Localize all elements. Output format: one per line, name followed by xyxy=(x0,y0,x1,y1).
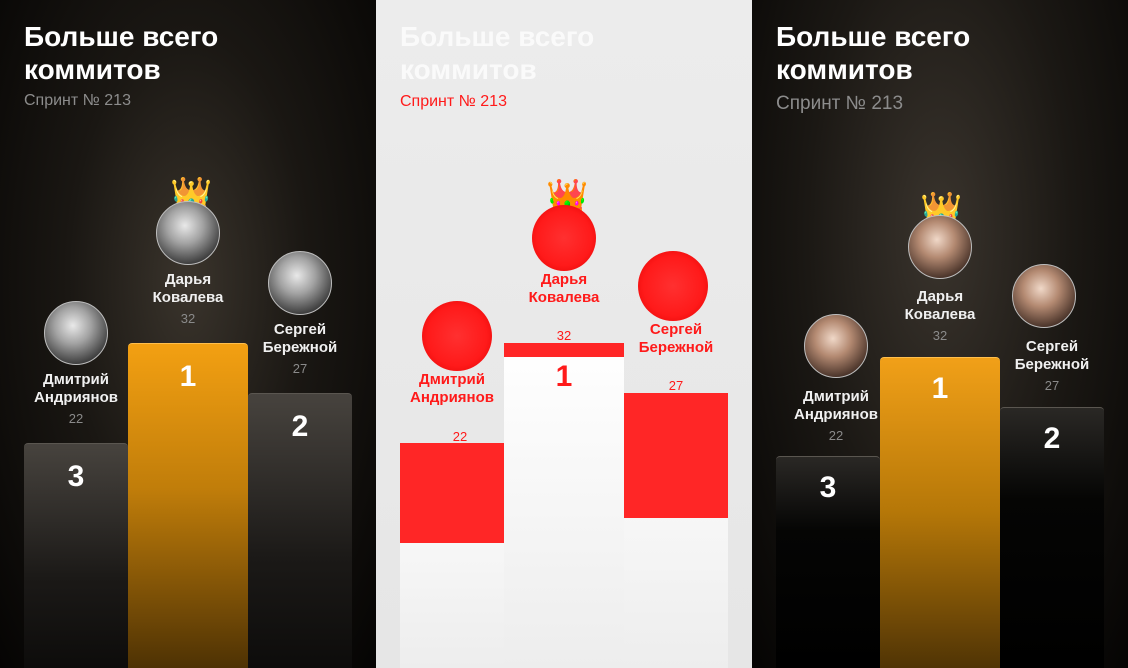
name-second-place: Сергей Бережной xyxy=(248,321,352,357)
name-first-place: Дарья Ковалева xyxy=(504,271,624,307)
first-name: Сергей xyxy=(273,321,327,338)
first-name: Дмитрий xyxy=(419,371,485,388)
first-name: Дмитрий xyxy=(803,388,869,405)
commit-count-third: 22 xyxy=(68,411,84,426)
avatar-first-place xyxy=(908,215,972,279)
name-second-place: Сергей Бережной xyxy=(1000,338,1104,374)
commit-count-third: 22 xyxy=(828,428,844,443)
avatar-third-place xyxy=(804,314,868,378)
diff-highlight-block xyxy=(504,343,624,357)
rank-label-third: 3 xyxy=(67,460,85,493)
commit-count-third: 22 xyxy=(452,429,468,444)
diff-highlight-block xyxy=(624,393,728,518)
panel-title: Больше всего коммитов xyxy=(24,20,218,86)
leaderboard-panel-dark: Больше всего коммитов Спринт № 213 Дмитр… xyxy=(0,0,376,668)
commit-count-first: 32 xyxy=(556,328,572,343)
name-first-place: Дарья Ковалева xyxy=(128,271,248,307)
last-name: Бережной xyxy=(1014,356,1090,373)
title-line-2: коммитов xyxy=(776,54,913,85)
first-name: Сергей xyxy=(1025,338,1079,355)
last-name: Бережной xyxy=(262,339,338,356)
leaderboard-panel-diff: Больше всего коммитов Спринт № 213 1 Дми… xyxy=(376,0,752,668)
name-third-place: Дмитрий Андриянов xyxy=(776,388,896,424)
last-name: Ковалева xyxy=(904,306,976,323)
last-name: Ковалева xyxy=(528,289,600,306)
commit-count-second: 27 xyxy=(1044,378,1060,393)
avatar-third-place xyxy=(422,301,492,371)
sprint-subtitle: Спринт № 213 xyxy=(776,93,904,114)
diff-highlight-block xyxy=(400,443,504,543)
title-line-2: коммитов xyxy=(24,54,161,85)
podium-column-first: 1 xyxy=(504,343,624,668)
title-line-1: Больше всего xyxy=(24,21,219,52)
name-third-place: Дмитрий Андриянов xyxy=(400,371,504,407)
avatar-second-place xyxy=(268,251,332,315)
avatar-second-place xyxy=(638,251,708,321)
title-line-1: Больше всего xyxy=(400,21,595,52)
commit-count-second: 27 xyxy=(292,361,308,376)
rank-label-first: 1 xyxy=(555,360,573,393)
title-line-2: коммитов xyxy=(400,54,537,85)
panel-title: Больше всего коммитов xyxy=(400,20,594,86)
leaderboard-panel-dark-alt: Больше всего коммитов Спринт № 213 Дмитр… xyxy=(752,0,1128,668)
commit-count-second: 27 xyxy=(668,378,684,393)
first-name: Дарья xyxy=(540,271,588,288)
rank-label-second: 2 xyxy=(1043,422,1061,455)
rank-label-first: 1 xyxy=(179,360,197,393)
last-name: Ковалева xyxy=(152,289,224,306)
avatar-second-place xyxy=(1012,264,1076,328)
first-name: Сергей xyxy=(649,321,703,338)
podium-column-second: 2 xyxy=(248,393,352,668)
avatar-third-place xyxy=(44,301,108,365)
commit-count-first: 32 xyxy=(180,311,196,326)
last-name: Андриянов xyxy=(410,389,494,406)
avatar-first-place xyxy=(156,201,220,265)
name-third-place: Дмитрий Андриянов xyxy=(24,371,128,407)
first-name: Дарья xyxy=(916,288,964,305)
name-first-place: Дарья Ковалева xyxy=(880,288,1000,324)
last-name: Андриянов xyxy=(794,406,878,423)
avatar-first-place xyxy=(532,205,596,271)
first-name: Дмитрий xyxy=(43,371,109,388)
last-name: Андриянов xyxy=(34,389,118,406)
podium-column-first: 1 xyxy=(880,357,1000,668)
rank-label-first: 1 xyxy=(931,372,949,405)
last-name: Бережной xyxy=(638,339,714,356)
panel-title: Больше всего коммитов xyxy=(776,20,970,86)
rank-label-second: 2 xyxy=(291,410,309,443)
podium-column-third xyxy=(400,443,504,668)
title-line-1: Больше всего xyxy=(776,21,971,52)
first-name: Дарья xyxy=(164,271,212,288)
name-second-place: Сергей Бережной xyxy=(624,321,728,357)
sprint-subtitle: Спринт № 213 xyxy=(24,92,131,109)
podium-column-first: 1 xyxy=(128,343,248,668)
podium-column-third: 3 xyxy=(24,443,128,668)
podium-column-second xyxy=(624,393,728,668)
sprint-subtitle: Спринт № 213 xyxy=(400,93,507,110)
podium-column-second: 2 xyxy=(1000,407,1104,668)
podium-column-third: 3 xyxy=(776,456,880,668)
rank-label-third: 3 xyxy=(819,471,837,504)
commit-count-first: 32 xyxy=(932,328,948,343)
